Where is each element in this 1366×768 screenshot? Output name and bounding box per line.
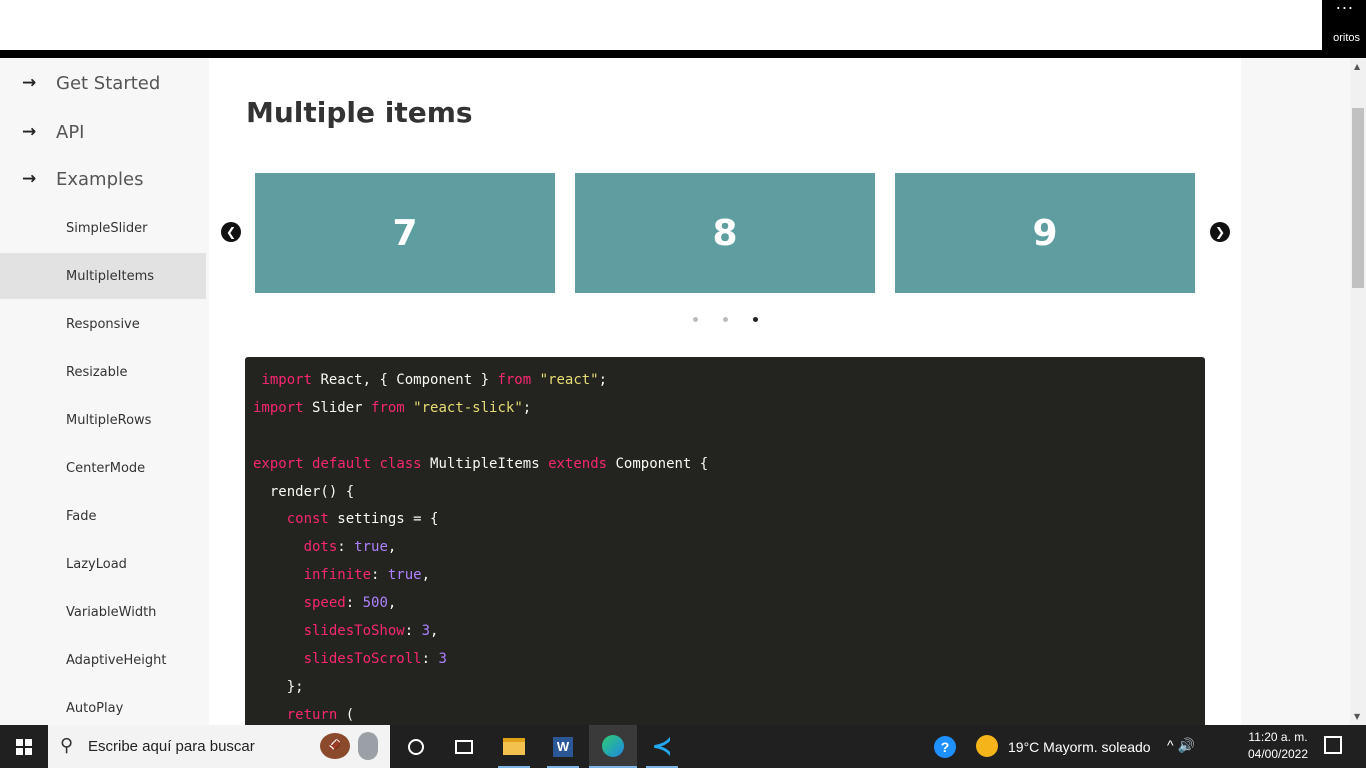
sidebar-item-adaptiveheight[interactable]: AdaptiveHeight xyxy=(0,637,206,683)
favorites-label[interactable]: oritos xyxy=(1333,32,1360,44)
sidebar-item-responsive[interactable]: Responsive xyxy=(0,301,206,347)
sidebar-item-label: LazyLoad xyxy=(66,556,127,572)
docs-sidebar: → Get Started → API → Examples SimpleSli… xyxy=(0,58,209,725)
slide[interactable]: 9 xyxy=(895,173,1195,293)
circle-icon xyxy=(408,738,424,755)
slide-number: 8 xyxy=(712,212,738,254)
clock[interactable]: 11:20 a. m. 04/00/2022 xyxy=(1246,729,1310,763)
sidebar-item-multiplerows[interactable]: MultipleRows xyxy=(0,397,206,443)
code-line: speed: 500, xyxy=(303,595,397,612)
sidebar-item-label: Fade xyxy=(66,508,97,524)
clock-time: 11:20 a. m. xyxy=(1248,730,1308,744)
slider-dot-2[interactable] xyxy=(723,317,728,322)
main-content: Multiple items ❮ 7 8 9 ❯ import React, {… xyxy=(209,58,1241,725)
start-button[interactable] xyxy=(0,725,48,768)
code-line: dots: true, xyxy=(303,539,397,556)
sidebar-item-fade[interactable]: Fade xyxy=(0,493,206,539)
cortana-button[interactable] xyxy=(392,725,440,768)
task-view-icon xyxy=(455,739,473,754)
nav-get-started[interactable]: → Get Started xyxy=(0,63,209,103)
sidebar-item-lazyload[interactable]: LazyLoad xyxy=(0,541,206,587)
code-block: import React, { Component } from "react"… xyxy=(245,357,1205,725)
edge-button[interactable] xyxy=(589,725,637,768)
scroll-down-icon[interactable]: ▼ xyxy=(1354,712,1360,721)
sidebar-item-label: MultipleRows xyxy=(66,412,152,428)
slide[interactable]: 8 xyxy=(575,173,875,293)
browser-toolbar-area xyxy=(0,0,1322,50)
search-highlight-microphone-icon xyxy=(358,732,378,760)
windows-logo-icon xyxy=(16,738,32,755)
code-line: slidesToScroll: 3 xyxy=(303,650,447,667)
slider-dot-3[interactable] xyxy=(753,317,758,322)
sidebar-item-label: AutoPlay xyxy=(66,700,124,716)
nav-label: Examples xyxy=(56,168,144,190)
folder-icon xyxy=(503,738,525,755)
task-view-button[interactable] xyxy=(440,725,488,768)
page-scrollbar[interactable]: ▲ ▼ xyxy=(1350,58,1366,725)
windows-taskbar: ⚲ Escribe aquí para buscar 🏈 W ≺ ? 19°C … xyxy=(0,725,1366,768)
code-line: render() { xyxy=(253,483,355,500)
vscode-icon: ≺ xyxy=(651,733,673,760)
sidebar-item-multipleitems[interactable]: MultipleItems xyxy=(0,253,206,299)
nav-label: Get Started xyxy=(56,72,161,94)
arrow-right-icon: → xyxy=(22,122,37,142)
browser-menu-button[interactable]: ... xyxy=(1336,0,1354,13)
word-icon: W xyxy=(553,736,573,757)
code-line: import Slider from "react-slick"; xyxy=(253,399,532,416)
clock-date: 04/00/2022 xyxy=(1247,747,1309,761)
scrollbar-thumb[interactable] xyxy=(1352,108,1364,288)
help-icon[interactable]: ? xyxy=(934,736,956,758)
file-explorer-button[interactable] xyxy=(490,725,538,768)
weather-text[interactable]: 19°C Mayorm. soleado xyxy=(1008,739,1151,755)
sidebar-item-centermode[interactable]: CenterMode xyxy=(0,445,206,491)
slider-prev-button[interactable]: ❮ xyxy=(221,222,241,242)
slider-dot-1[interactable] xyxy=(693,317,698,322)
sidebar-item-simpleslider[interactable]: SimpleSlider xyxy=(0,205,206,251)
notification-icon[interactable] xyxy=(1324,736,1342,754)
vscode-button[interactable]: ≺ xyxy=(638,725,686,768)
code-line: export default class MultipleItems exten… xyxy=(253,455,709,472)
slide[interactable]: 7 xyxy=(255,173,555,293)
chevron-left-icon: ❮ xyxy=(225,225,237,239)
right-gutter xyxy=(1241,58,1350,725)
weather-sun-icon[interactable] xyxy=(976,735,998,757)
page-title: Multiple items xyxy=(246,96,473,129)
sidebar-item-label: MultipleItems xyxy=(66,268,155,284)
code-line: slidesToShow: 3, xyxy=(303,623,439,640)
sidebar-item-label: AdaptiveHeight xyxy=(66,652,167,668)
scroll-up-icon[interactable]: ▲ xyxy=(1354,62,1360,71)
arrow-right-icon: → xyxy=(22,169,37,189)
sidebar-item-variablewidth[interactable]: VariableWidth xyxy=(0,589,206,635)
slider-next-button[interactable]: ❯ xyxy=(1210,222,1230,242)
word-button[interactable]: W xyxy=(539,725,587,768)
search-icon: ⚲ xyxy=(60,735,74,755)
edge-icon xyxy=(602,734,624,757)
code-line: return ( xyxy=(286,706,355,723)
sidebar-item-autoplay[interactable]: AutoPlay xyxy=(0,685,206,725)
chevron-right-icon: ❯ xyxy=(1214,225,1226,239)
taskbar-search-box[interactable]: ⚲ Escribe aquí para buscar 🏈 xyxy=(48,725,390,768)
nav-examples[interactable]: → Examples xyxy=(0,159,209,199)
code-line: infinite: true, xyxy=(303,567,431,584)
sidebar-item-label: SimpleSlider xyxy=(66,220,148,236)
sidebar-item-resizable[interactable]: Resizable xyxy=(0,349,206,395)
nav-label: API xyxy=(56,121,85,143)
sidebar-item-label: CenterMode xyxy=(66,460,146,476)
code-line: }; xyxy=(253,678,304,695)
sidebar-item-label: Resizable xyxy=(66,364,128,380)
nav-api[interactable]: → API xyxy=(0,112,209,152)
slide-number: 7 xyxy=(392,212,418,254)
system-tray[interactable]: ^ 🔊 xyxy=(1167,737,1195,754)
search-placeholder: Escribe aquí para buscar xyxy=(88,738,255,755)
code-line: const settings = { xyxy=(286,511,439,528)
slide-number: 9 xyxy=(1032,212,1058,254)
code-line: import React, { Component } from "react"… xyxy=(261,372,608,388)
sidebar-item-label: VariableWidth xyxy=(66,604,157,620)
search-highlight-football-icon: 🏈 xyxy=(320,733,350,759)
browser-top-strip: ... oritos xyxy=(0,0,1366,58)
arrow-right-icon: → xyxy=(22,73,37,93)
sidebar-item-label: Responsive xyxy=(66,316,140,332)
